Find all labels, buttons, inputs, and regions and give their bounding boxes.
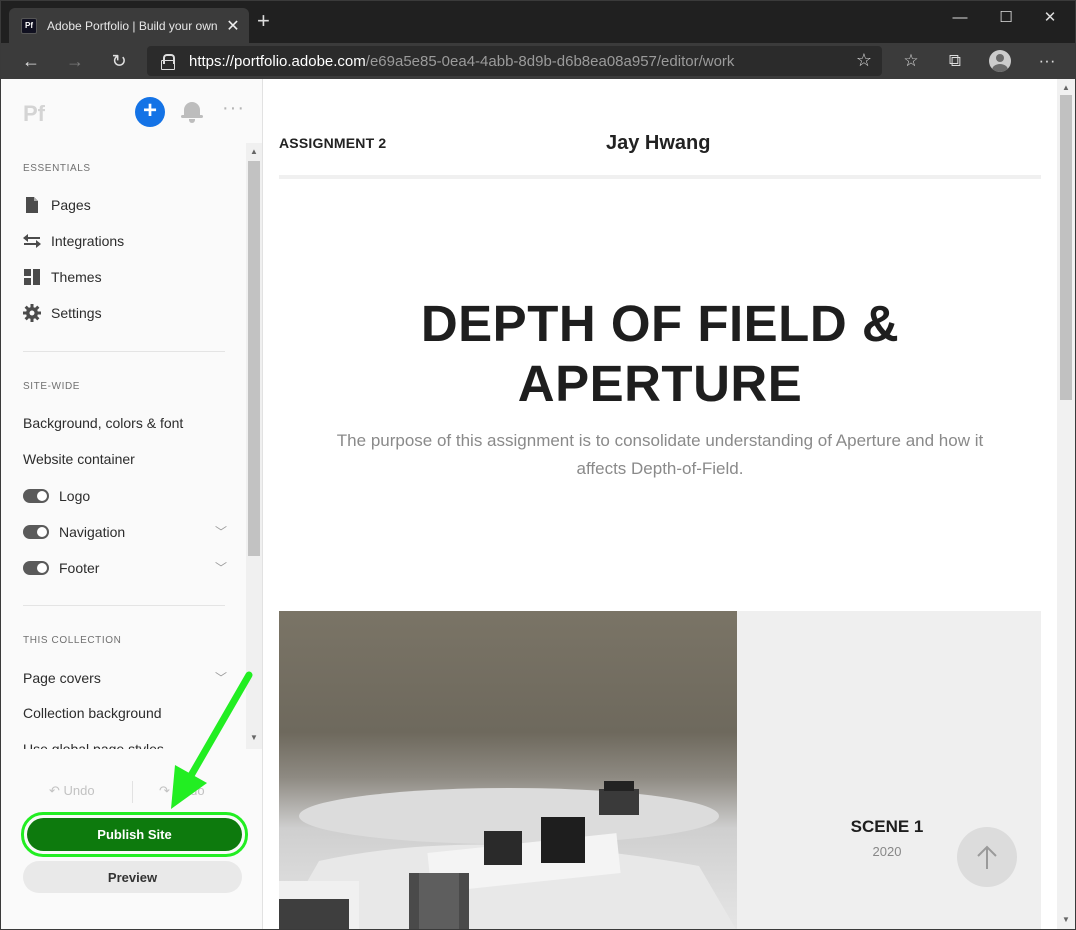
navigation-toggle[interactable] (23, 525, 49, 539)
favorites-list-icon[interactable]: ☆ (897, 49, 925, 73)
swap-arrows-icon (23, 232, 41, 250)
address-bar-row: ← → ↻ https://portfolio.adobe.com/e69a5e… (1, 43, 1075, 79)
gear-icon (23, 304, 41, 322)
sidebar-item-label: Themes (51, 269, 102, 285)
nav-assignment-label[interactable]: ASSIGNMENT 2 (279, 135, 386, 151)
collections-icon[interactable]: ⧉ (941, 49, 969, 73)
scroll-down-icon[interactable]: ▼ (1062, 915, 1070, 924)
toggle-label: Footer (59, 560, 100, 576)
browser-window: Pf Adobe Portfolio | Build your own ✕ + … (0, 0, 1076, 930)
sidebar-item-footer[interactable]: Footer ﹀ (23, 557, 227, 579)
scroll-up-icon[interactable]: ▲ (250, 147, 258, 156)
url-path: /e69a5e85-0ea4-4abb-8d9b-d6b8ea08a957/ed… (365, 52, 735, 70)
divider (23, 605, 225, 606)
sidebar-scroll-area: ESSENTIALS Pages Integrations Themes Set… (1, 143, 263, 749)
browser-tab[interactable]: Pf Adobe Portfolio | Build your own ✕ (9, 8, 249, 43)
logo-toggle[interactable] (23, 489, 49, 503)
project-cover-image[interactable] (279, 611, 737, 929)
title-line-2: APERTURE (517, 355, 803, 412)
sidebar-item-themes[interactable]: Themes (23, 265, 102, 289)
grid-icon (23, 268, 41, 286)
chevron-down-icon[interactable]: ﹀ (215, 523, 227, 540)
site-author-title[interactable]: Jay Hwang (606, 132, 710, 155)
profile-icon[interactable] (989, 50, 1011, 72)
section-label-site-wide: SITE-WIDE (23, 381, 81, 392)
annotation-arrow (171, 671, 253, 809)
scroll-thumb[interactable] (248, 161, 260, 556)
address-bar[interactable]: https://portfolio.adobe.com/e69a5e85-0ea… (147, 46, 882, 76)
more-options-icon[interactable]: ··· (222, 97, 245, 120)
preview-button[interactable]: Preview (23, 861, 242, 893)
sidebar-item-collection-background[interactable]: Collection background (23, 705, 162, 721)
favicon-icon: Pf (21, 17, 37, 34)
toggle-label: Navigation (59, 524, 126, 540)
section-label-this-collection: THIS COLLECTION (23, 635, 122, 646)
sidebar-item-navigation[interactable]: Navigation ﹀ (23, 521, 227, 543)
tab-title: Adobe Portfolio | Build your own (47, 18, 218, 33)
section-label-essentials: ESSENTIALS (23, 163, 91, 174)
minimize-icon[interactable]: — (937, 1, 983, 33)
arrow-up-icon (977, 845, 997, 869)
favorite-star-icon[interactable]: ☆ (856, 50, 872, 71)
sidebar-scrollbar[interactable]: ▲ ▼ (246, 143, 262, 749)
sidebar-item-label: Settings (51, 305, 102, 321)
back-to-top-button[interactable] (957, 827, 1017, 887)
scroll-up-icon[interactable]: ▲ (1062, 83, 1070, 92)
header-divider (279, 175, 1041, 179)
page-description[interactable]: The purpose of this assignment is to con… (279, 427, 1041, 483)
divider (23, 351, 225, 352)
camera-photo (279, 781, 736, 929)
undo-button[interactable]: ↶ Undo (49, 783, 95, 799)
scroll-thumb[interactable] (1060, 95, 1072, 400)
maximize-icon[interactable]: ☐ (983, 1, 1029, 33)
toggle-label: Logo (59, 488, 91, 504)
portfolio-logo: Pf (23, 101, 45, 126)
undo-label: Undo (63, 783, 95, 798)
page-title[interactable]: DEPTH OF FIELD & APERTURE (279, 294, 1041, 414)
add-button[interactable]: + (135, 97, 165, 127)
sidebar-item-pages[interactable]: Pages (23, 193, 91, 217)
refresh-icon[interactable]: ↻ (105, 49, 133, 73)
page-scrollbar[interactable]: ▲ ▼ (1057, 79, 1075, 929)
publish-site-button[interactable]: Publish Site (27, 818, 242, 851)
footer-toggle[interactable] (23, 561, 49, 575)
sidebar-item-global-page-styles[interactable]: Use global page styles (23, 741, 164, 749)
divider (132, 781, 133, 803)
sidebar-item-label: Page covers (23, 670, 101, 686)
close-window-icon[interactable]: ✕ (1027, 1, 1073, 33)
new-tab-icon[interactable]: + (257, 10, 270, 32)
lock-icon (161, 54, 175, 70)
sidebar-item-website-container[interactable]: Website container (23, 451, 135, 467)
description-line-1: The purpose of this assignment is to con… (336, 431, 984, 450)
title-bar: Pf Adobe Portfolio | Build your own ✕ + … (1, 1, 1075, 43)
sidebar-item-label: Integrations (51, 233, 125, 249)
portfolio-preview: ASSIGNMENT 2 Jay Hwang DEPTH OF FIELD & … (263, 79, 1057, 929)
page-icon (23, 196, 41, 214)
back-icon[interactable]: ← (17, 49, 45, 73)
sidebar-item-background-colors-font[interactable]: Background, colors & font (23, 415, 183, 431)
sidebar-item-label: Pages (51, 197, 91, 213)
sidebar-item-logo[interactable]: Logo (23, 485, 227, 507)
more-icon[interactable]: ··· (1033, 49, 1061, 73)
url-host: https://portfolio.adobe.com (189, 52, 366, 70)
undo-icon: ↶ (49, 783, 64, 798)
description-line-2: affects Depth-of-Field. (576, 459, 744, 478)
title-line-1: DEPTH OF FIELD & (420, 295, 900, 352)
bell-icon[interactable] (181, 99, 203, 125)
close-tab-icon[interactable]: ✕ (225, 16, 241, 36)
chevron-down-icon[interactable]: ﹀ (215, 559, 227, 576)
sidebar-item-integrations[interactable]: Integrations (23, 229, 124, 253)
sidebar-item-settings[interactable]: Settings (23, 301, 102, 325)
forward-icon[interactable]: → (61, 49, 89, 73)
